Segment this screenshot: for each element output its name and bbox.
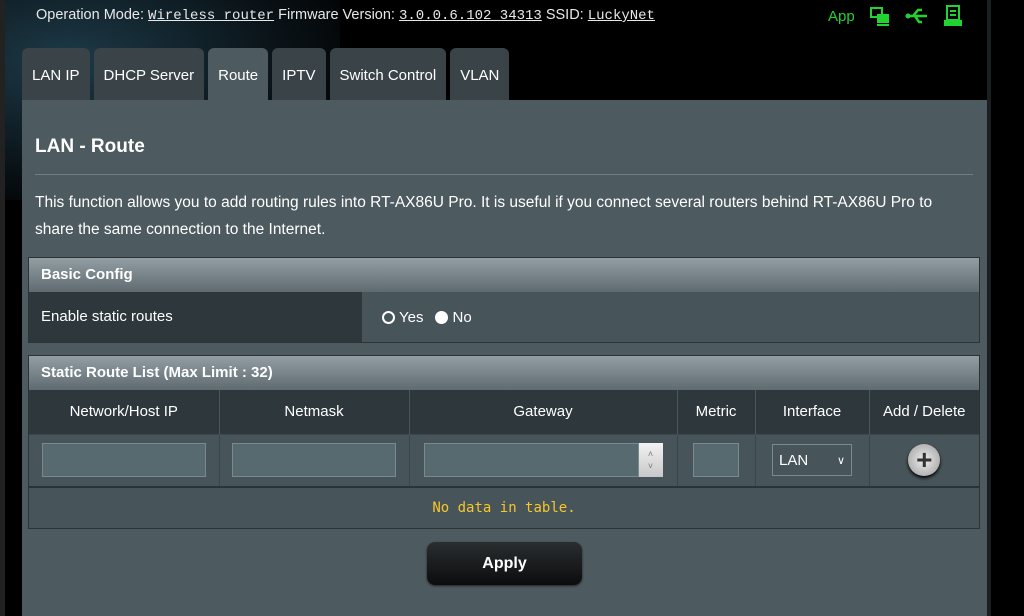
gateway-spinner[interactable]: ˄ ˅ bbox=[638, 443, 663, 478]
interface-select[interactable]: LAN ∨ bbox=[772, 444, 852, 477]
basic-config-section: Basic Config Enable static routes Yes No bbox=[28, 257, 980, 343]
static-route-list-section: Static Route List (Max Limit : 32) Netwo… bbox=[28, 355, 980, 529]
firmware-link[interactable]: 3.0.0.6.102_34313 bbox=[399, 8, 542, 24]
radio-yes[interactable] bbox=[382, 310, 395, 324]
printer-icon[interactable] bbox=[943, 5, 963, 27]
route-table: Network/Host IP Netmask Gateway Metric I… bbox=[29, 390, 979, 486]
section-header: Basic Config bbox=[29, 258, 979, 292]
op-mode-label: Operation Mode: bbox=[36, 7, 145, 23]
add-route-button[interactable]: + bbox=[908, 444, 941, 477]
column-header: Add / Delete bbox=[869, 390, 979, 434]
op-mode-link[interactable]: Wireless router bbox=[148, 8, 274, 24]
tab-lan-ip[interactable]: LAN IP bbox=[22, 48, 90, 100]
column-header: Interface bbox=[755, 390, 870, 434]
network-ip-input[interactable] bbox=[41, 443, 206, 478]
radio-no-label[interactable]: No bbox=[452, 309, 471, 326]
page-title: LAN - Route bbox=[35, 136, 145, 157]
left-edge bbox=[0, 0, 5, 616]
right-edge bbox=[987, 0, 991, 616]
ssid-label: SSID: bbox=[545, 7, 584, 23]
status-icons: App bbox=[828, 5, 978, 27]
apply-button[interactable]: Apply bbox=[427, 542, 582, 585]
radio-yes-label[interactable]: Yes bbox=[399, 309, 423, 326]
tab-route[interactable]: Route bbox=[208, 48, 269, 100]
metric-input[interactable] bbox=[693, 443, 739, 478]
netmask-input[interactable] bbox=[232, 443, 396, 478]
column-header: Gateway bbox=[409, 390, 678, 434]
page-description: This function allows you to add routing … bbox=[35, 194, 933, 238]
firmware-label: Firmware Version: bbox=[278, 7, 395, 23]
app-link[interactable]: App bbox=[828, 8, 855, 25]
divider bbox=[35, 174, 973, 175]
column-header: Metric bbox=[677, 390, 756, 434]
tab-vlan[interactable]: VLAN bbox=[450, 48, 510, 100]
enable-static-routes-label: Enable static routes bbox=[29, 292, 362, 342]
tab-iptv[interactable]: IPTV bbox=[272, 48, 326, 100]
status-bar: Operation Mode: Wireless router Firmware… bbox=[36, 7, 776, 24]
section-header: Static Route List (Max Limit : 32) bbox=[29, 356, 979, 390]
radio-no[interactable] bbox=[435, 310, 449, 324]
column-header: Network/Host IP bbox=[29, 390, 220, 434]
gateway-input[interactable] bbox=[423, 443, 639, 478]
ssid-link[interactable]: LuckyNet bbox=[588, 8, 655, 24]
column-header: Netmask bbox=[219, 390, 410, 434]
tab-switch-control[interactable]: Switch Control bbox=[329, 48, 447, 100]
network-status-icon[interactable] bbox=[869, 5, 891, 27]
tab-bar: LAN IP DHCP Server Route IPTV Switch Con… bbox=[22, 48, 510, 100]
tab-dhcp-server[interactable]: DHCP Server bbox=[93, 48, 205, 100]
usb-icon[interactable] bbox=[905, 6, 929, 26]
empty-table-message: No data in table. bbox=[29, 486, 979, 528]
content-panel: LAN - Route This function allows you to … bbox=[22, 100, 987, 616]
chevron-down-icon: ∨ bbox=[836, 454, 845, 467]
interface-value: LAN bbox=[779, 451, 809, 469]
